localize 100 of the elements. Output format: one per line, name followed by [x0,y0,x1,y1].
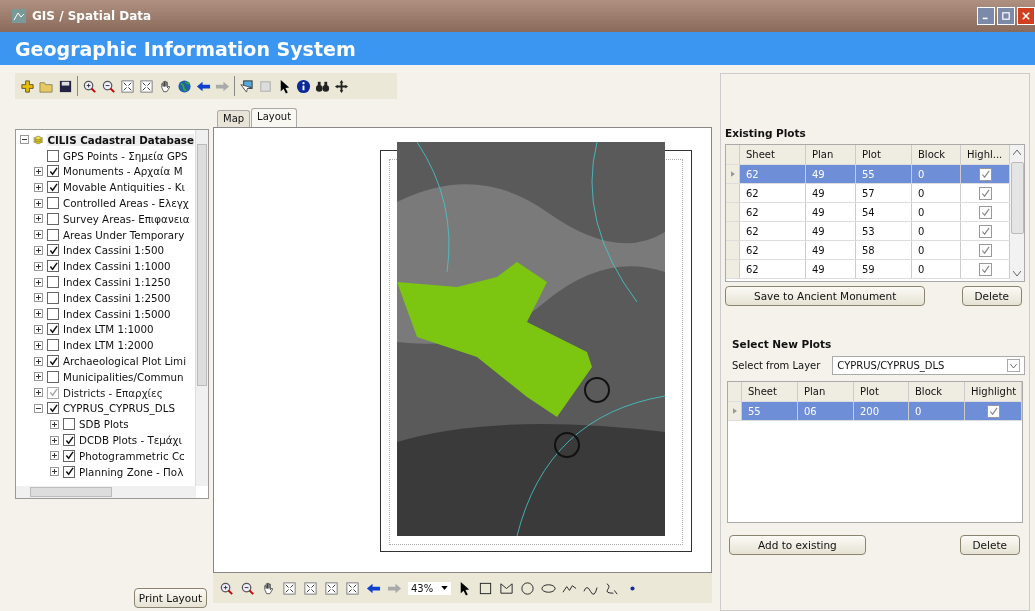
expand-icon[interactable] [50,467,59,477]
save-icon[interactable] [58,78,73,94]
column-header[interactable]: Block [909,382,965,401]
zoom-in-icon[interactable] [82,78,97,94]
layer-label[interactable]: Index Cassini 1:500 [63,244,165,257]
info-icon[interactable] [296,78,311,94]
layer-checkbox[interactable] [47,323,59,336]
collapse-icon[interactable] [34,403,43,413]
layer-label[interactable]: Index LTM 1:1000 [63,323,154,336]
layer-checkbox[interactable] [47,370,59,383]
actual-size-icon[interactable] [345,580,360,596]
expand-icon[interactable] [34,277,43,287]
layer-checkbox[interactable] [47,149,59,162]
layer-label[interactable]: Municipalities/Commun [63,370,184,383]
delete-button[interactable]: Delete [959,535,1020,555]
layer-checkbox[interactable] [63,434,75,447]
layer-checkbox[interactable] [63,465,75,478]
layer-checkbox[interactable] [47,355,59,368]
expand-icon[interactable] [50,451,59,461]
layer-label[interactable]: SDB Plots [79,418,129,431]
expand-icon[interactable] [34,293,43,303]
vertical-scrollbar[interactable] [195,130,208,486]
tree-root-label[interactable]: CILIS Cadastral Database [47,133,194,146]
layer-label[interactable]: Photogrammetric Cc [79,449,185,462]
layer-label[interactable]: GPS Points - Σημεία GPS [63,149,188,162]
zoom-in-icon[interactable] [219,580,234,596]
layer-checkbox[interactable] [47,181,59,194]
maximize-button[interactable] [997,7,1015,25]
layer-label[interactable]: Areas Under Temporary [63,228,185,241]
layer-checkbox[interactable] [47,402,59,415]
expand-icon[interactable] [50,435,59,445]
polygon-icon[interactable] [499,580,515,596]
table-row[interactable]: 62 49 57 0 [726,184,1010,203]
column-header[interactable]: Sheet [742,382,798,401]
minimize-button[interactable] [977,7,995,25]
table-row[interactable]: 62 49 59 0 [726,260,1010,279]
vertical-scrollbar[interactable] [1010,145,1024,281]
highlight-checkbox[interactable] [978,224,992,238]
column-header[interactable]: Sheet [740,145,806,164]
highlight-checkbox[interactable] [978,167,992,181]
layer-label[interactable]: Index Cassini 1:2500 [63,291,171,304]
column-header[interactable]: Plan [798,382,854,401]
scroll-up-icon[interactable] [1013,150,1021,155]
layer-label[interactable]: Monuments - Αρχαία M [63,165,183,178]
globe-icon[interactable] [177,78,192,94]
add-layer-icon[interactable] [20,78,35,94]
circle-icon[interactable] [520,580,536,596]
hand-icon[interactable] [261,580,276,596]
expand-icon[interactable] [34,198,43,208]
table-row[interactable]: 62 49 53 0 [726,222,1010,241]
add-button[interactable]: Add to existing [729,535,866,555]
layer-checkbox[interactable] [63,449,75,462]
zoom-full-icon[interactable] [120,78,135,94]
layer-label[interactable]: Index Cassini 1:1000 [63,260,171,273]
layer-label[interactable]: Planning Zone - Πολ [79,465,184,478]
zoom-extent-icon[interactable] [324,580,339,596]
zoom-dropdown[interactable]: 43% [408,581,452,595]
highlight-checkbox[interactable] [986,404,1000,418]
layer-checkbox[interactable] [47,228,59,241]
expand-icon[interactable] [34,167,43,176]
layer-checkbox[interactable] [47,307,59,320]
expand-icon[interactable] [34,356,43,366]
fit-page-icon[interactable] [282,580,297,596]
horizontal-scrollbar[interactable] [16,486,196,498]
zoom-extent-icon[interactable] [139,78,154,94]
expand-icon[interactable] [34,230,43,240]
layer-dropdown[interactable]: CYPRUS/CYPRUS_DLS [832,356,1025,375]
highlight-checkbox[interactable] [978,243,992,257]
zoom-out-icon[interactable] [101,78,116,94]
layer-checkbox[interactable] [47,260,59,273]
layer-checkbox[interactable] [47,339,59,352]
layer-checkbox[interactable] [47,165,59,178]
layer-checkbox[interactable] [47,244,59,257]
expand-icon[interactable] [34,340,43,350]
expand-icon[interactable] [34,214,43,224]
highlight-checkbox[interactable] [978,262,992,276]
zoom-out-icon[interactable] [240,580,255,596]
column-header[interactable]: Plan [806,145,856,164]
layer-label[interactable]: Index LTM 1:2000 [63,339,154,352]
table-row[interactable]: 62 49 58 0 [726,241,1010,260]
expand-icon[interactable] [34,372,43,382]
layer-label[interactable]: Movable Antiquities - Κι [63,181,186,194]
select-feature-icon[interactable] [239,78,254,94]
layer-checkbox[interactable] [47,276,59,289]
highlight-checkbox[interactable] [978,205,992,219]
print-layout-button[interactable]: Print Layout [133,588,207,608]
tab[interactable]: Layout [251,108,298,127]
hand-icon[interactable] [158,78,173,94]
collapse-icon[interactable] [20,135,29,145]
save-button[interactable]: Save to Ancient Monument [725,286,926,306]
layer-label[interactable]: Index Cassini 1:5000 [63,307,171,320]
column-header[interactable]: Highlight [965,382,1022,401]
move-icon[interactable] [334,78,349,94]
layer-label[interactable]: Archaeological Plot Limi [63,355,186,368]
page-icon[interactable] [303,580,318,596]
layer-label[interactable]: Survey Areas- Επιφανεια [63,212,190,225]
layer-checkbox[interactable] [47,197,59,210]
layer-checkbox[interactable] [47,291,59,304]
expand-icon[interactable] [34,261,43,271]
scroll-down-icon[interactable] [1013,271,1021,276]
